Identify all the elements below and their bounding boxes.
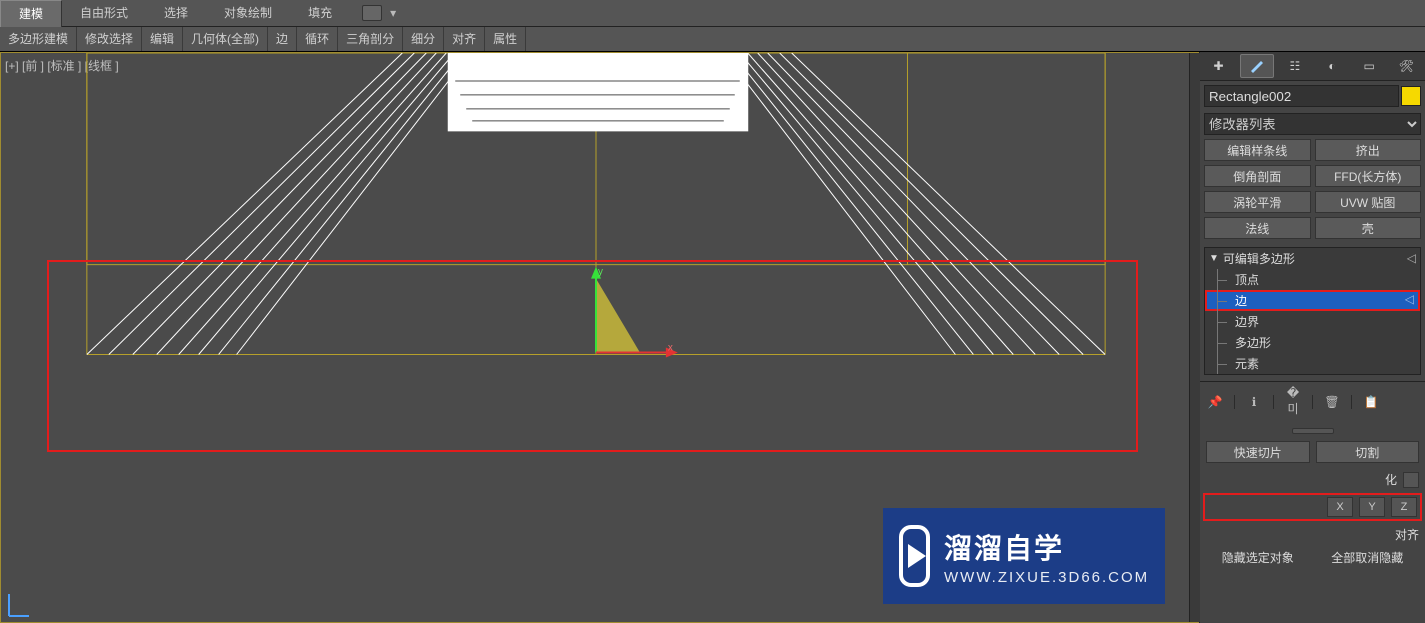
object-name-input[interactable] — [1204, 85, 1399, 107]
subobj-polygon[interactable]: 多边形 — [1205, 332, 1420, 353]
object-color-swatch[interactable] — [1401, 86, 1421, 106]
tool-loop[interactable]: 循环 — [297, 27, 338, 51]
quick-shell[interactable]: 壳 — [1315, 217, 1422, 239]
modifier-quick-buttons: 编辑样条线 挤出 倒角剖面 FFD(长方体) 涡轮平滑 UVW 贴图 法线 壳 — [1204, 139, 1421, 239]
subobj-vertex[interactable]: 顶点 — [1205, 269, 1420, 290]
tool-subdiv[interactable]: 细分 — [403, 27, 444, 51]
tab-modify-icon[interactable] — [1240, 54, 1274, 78]
watermark-title: 溜溜自学 — [944, 527, 1149, 567]
ribbon-tab-objectpaint[interactable]: 对象绘制 — [206, 0, 290, 26]
subobj-element[interactable]: 元素 — [1205, 353, 1420, 374]
collapse-icon[interactable]: ▼ — [1209, 253, 1219, 264]
hidden-label: 化 — [1206, 471, 1397, 488]
pin-stack-icon[interactable]: 📌 — [1206, 395, 1224, 409]
configure-sets-icon[interactable]: 📋 — [1362, 395, 1380, 409]
tool-props[interactable]: 属性 — [485, 27, 526, 51]
axis-z-button[interactable]: Z — [1391, 497, 1417, 517]
cut-button[interactable]: 切割 — [1316, 441, 1420, 463]
command-panel: ✚ ☷ ◐ ▭ 🛠 修改器列表 编辑样条线 挤出 倒角剖面 FFD(长方体) 涡… — [1199, 52, 1425, 623]
svg-text:y: y — [598, 267, 603, 278]
stack-toolbar: 📌 ℹ �미 🗑 📋 — [1200, 381, 1425, 421]
ribbon-tabs: 建模 自由形式 选择 对象绘制 填充 ▾ — [0, 0, 1425, 27]
tool-tri[interactable]: 三角剖分 — [338, 27, 403, 51]
ribbon-extras: ▾ — [362, 5, 396, 21]
tool-edge[interactable]: 边 — [268, 27, 297, 51]
tab-utilities-icon[interactable]: 🛠 — [1390, 55, 1422, 77]
tab-hierarchy-icon[interactable]: ☷ — [1279, 55, 1311, 77]
modifier-stack: ▼ 可编辑多边形 ◁ 顶点 边 ◁ 边界 多边形 元素 — [1204, 247, 1421, 375]
axis-x-button[interactable]: X — [1327, 497, 1353, 517]
unhide-all-label[interactable]: 全部取消隐藏 — [1316, 549, 1420, 566]
play-icon — [899, 525, 930, 587]
ribbon-tools: 多边形建模 修改选择 编辑 几何体(全部) 边 循环 三角剖分 细分 对齐 属性 — [0, 27, 1425, 52]
rollup-grip[interactable] — [1292, 428, 1334, 434]
tab-display-icon[interactable]: ▭ — [1353, 55, 1385, 77]
subobj-border[interactable]: 边界 — [1205, 311, 1420, 332]
active-subobj-icon: ◁ — [1405, 292, 1414, 306]
tool-geometry[interactable]: 几何体(全部) — [183, 27, 268, 51]
checkbox-placeholder[interactable] — [1403, 472, 1419, 488]
axis-y-button[interactable]: Y — [1359, 497, 1385, 517]
stack-header[interactable]: ▼ 可编辑多边形 ◁ — [1205, 248, 1420, 269]
tab-create-icon[interactable]: ✚ — [1203, 55, 1235, 77]
quick-bevel-profile[interactable]: 倒角剖面 — [1204, 165, 1311, 187]
move-gizmo[interactable]: y x — [591, 267, 678, 358]
make-unique-icon[interactable]: �미 — [1284, 386, 1302, 417]
tab-motion-icon[interactable]: ◐ — [1316, 55, 1348, 77]
viewport-front[interactable]: [+] [前 ] [标准 ] [线框 ] — [0, 52, 1199, 623]
chevron-down-icon[interactable]: ▾ — [390, 6, 396, 20]
ribbon-tab-freeform[interactable]: 自由形式 — [62, 0, 146, 26]
quick-uvw-map[interactable]: UVW 贴图 — [1315, 191, 1422, 213]
hide-selected-label[interactable]: 隐藏选定对象 — [1206, 549, 1310, 566]
watermark-banner: 溜溜自学 WWW.ZIXUE.3D66.COM — [883, 508, 1165, 604]
tool-align[interactable]: 对齐 — [444, 27, 485, 51]
ribbon-tab-populate[interactable]: 填充 — [290, 0, 350, 26]
command-panel-tabs: ✚ ☷ ◐ ▭ 🛠 — [1200, 52, 1425, 81]
quick-edit-spline[interactable]: 编辑样条线 — [1204, 139, 1311, 161]
quick-normal[interactable]: 法线 — [1204, 217, 1311, 239]
watermark-url: WWW.ZIXUE.3D66.COM — [944, 569, 1149, 586]
modifier-list-dropdown[interactable]: 修改器列表 — [1204, 113, 1421, 135]
ribbon-tab-selection[interactable]: 选择 — [146, 0, 206, 26]
tool-edit[interactable]: 编辑 — [142, 27, 183, 51]
ribbon-tab-modeling[interactable]: 建模 — [0, 0, 62, 27]
subobj-edge[interactable]: 边 ◁ — [1205, 290, 1420, 311]
axis-constraint-row: X Y Z — [1206, 496, 1419, 518]
show-end-result-icon[interactable]: ℹ — [1245, 395, 1263, 409]
tool-polymodel[interactable]: 多边形建模 — [0, 27, 77, 51]
ribbon-extra-icon[interactable] — [362, 5, 382, 21]
tool-modify-sel[interactable]: 修改选择 — [77, 27, 142, 51]
quick-ffd-box[interactable]: FFD(长方体) — [1315, 165, 1422, 187]
align-label: 对齐 — [1206, 526, 1419, 543]
quickslice-button[interactable]: 快速切片 — [1206, 441, 1310, 463]
stack-control-icon[interactable]: ◁ — [1407, 251, 1416, 265]
remove-modifier-icon[interactable]: 🗑 — [1323, 395, 1341, 409]
world-axis-icon — [5, 588, 37, 620]
quick-turbosmooth[interactable]: 涡轮平滑 — [1204, 191, 1311, 213]
svg-text:x: x — [668, 343, 673, 354]
quick-extrude[interactable]: 挤出 — [1315, 139, 1422, 161]
viewport-scrollbar[interactable] — [1189, 53, 1200, 622]
